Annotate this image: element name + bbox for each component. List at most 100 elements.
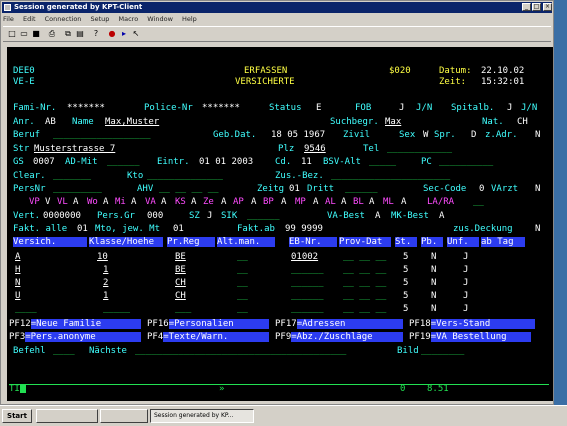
- zadr-value[interactable]: N: [535, 130, 540, 140]
- paste-icon[interactable]: ▤: [75, 29, 85, 39]
- cell-st[interactable]: 5: [403, 278, 408, 288]
- cell-st[interactable]: 5: [403, 265, 408, 275]
- persnr-field[interactable]: _________: [53, 184, 102, 194]
- cell-st[interactable]: 5: [403, 291, 408, 301]
- naechste-field[interactable]: _______________________________________: [135, 346, 346, 356]
- code-ap-value[interactable]: A: [251, 197, 256, 207]
- befehl-field[interactable]: ____: [53, 346, 75, 356]
- play-icon[interactable]: ▸: [119, 29, 129, 39]
- pf4-key[interactable]: PF4=Texte/Warn.: [147, 332, 270, 342]
- context-help-icon[interactable]: ↖: [131, 29, 141, 39]
- cell-klasse[interactable]: 1: [103, 291, 137, 301]
- sprache-value[interactable]: D: [471, 130, 476, 140]
- cd-value[interactable]: 11: [301, 157, 312, 167]
- pf19-key[interactable]: PF19=VA Bestellung: [409, 332, 531, 342]
- ad-mit-field[interactable]: ______: [107, 157, 140, 167]
- code-mp-value[interactable]: A: [313, 197, 318, 207]
- cell-eb-nr[interactable]: 01002: [291, 252, 331, 262]
- cell-pb[interactable]: N: [431, 278, 436, 288]
- code-ks-value[interactable]: A: [191, 197, 196, 207]
- vert-value[interactable]: 0000000: [43, 211, 81, 221]
- cell-pr-reg[interactable]: BE: [175, 252, 199, 262]
- cell-unf[interactable]: J: [463, 265, 468, 275]
- cell-versich[interactable]: A: [15, 252, 65, 262]
- zeitg-value[interactable]: 01: [289, 184, 300, 194]
- varzt-value[interactable]: N: [535, 184, 540, 194]
- code-bl-value[interactable]: A: [369, 197, 374, 207]
- taskbar-item-session[interactable]: Session generated by KP...: [150, 409, 254, 423]
- pc-field[interactable]: __________: [439, 157, 493, 167]
- cell-unf[interactable]: J: [463, 252, 468, 262]
- cell-eb-nr[interactable]: ______: [291, 291, 324, 301]
- konto-field[interactable]: ______________: [147, 171, 223, 181]
- bild-field[interactable]: ________: [421, 346, 464, 356]
- sex-value[interactable]: W: [423, 130, 428, 140]
- cell-pb[interactable]: N: [431, 304, 436, 314]
- cell-alt-man[interactable]: __: [237, 265, 248, 275]
- cell-unf[interactable]: J: [463, 304, 468, 314]
- cell-prov-dat[interactable]: __ __ __: [343, 252, 386, 262]
- cell-alt-man[interactable]: __: [237, 291, 248, 301]
- cell-versich[interactable]: N: [15, 278, 65, 288]
- plz-field[interactable]: 9546: [304, 144, 348, 154]
- mto-value[interactable]: 01: [173, 224, 184, 234]
- cell-versich[interactable]: H: [15, 265, 65, 275]
- cell-klasse[interactable]: _____: [103, 304, 130, 314]
- tel-field[interactable]: ____________: [387, 144, 452, 154]
- zus-deckung-value[interactable]: N: [535, 224, 540, 234]
- fakt-alle-value[interactable]: 01: [77, 224, 88, 234]
- name-field[interactable]: Max,Muster: [105, 117, 245, 127]
- menu-window[interactable]: Window: [147, 15, 173, 23]
- taskbar-item[interactable]: [100, 409, 148, 423]
- gs-value[interactable]: 0007: [33, 157, 55, 167]
- new-icon[interactable]: □: [7, 29, 17, 39]
- clearing-field[interactable]: _______: [53, 171, 91, 181]
- dritt-field[interactable]: ______: [345, 184, 378, 194]
- cell-pr-reg[interactable]: BE: [175, 265, 199, 275]
- code-ze-value[interactable]: A: [221, 197, 226, 207]
- cell-versich[interactable]: ____: [15, 304, 37, 314]
- pf16-key[interactable]: PF16=Personalien: [147, 319, 269, 329]
- cell-pr-reg[interactable]: ___: [175, 304, 191, 314]
- cell-klasse[interactable]: 10: [97, 252, 137, 262]
- terminal-screen[interactable]: DEE0 VE-E ERFASSEN VERSICHERTE $020 Datu…: [7, 47, 553, 401]
- cell-st[interactable]: 5: [403, 252, 408, 262]
- cell-eb-nr[interactable]: ______: [291, 304, 324, 314]
- cell-alt-man[interactable]: __: [237, 304, 248, 314]
- open-icon[interactable]: ▭: [19, 29, 29, 39]
- pf12-key[interactable]: PF12=Neue Familie: [9, 319, 141, 329]
- fakt-ab-value[interactable]: 99 9999: [285, 224, 323, 234]
- eintritt-value[interactable]: 01 01 2003: [199, 157, 253, 167]
- cell-klasse[interactable]: 2: [103, 278, 137, 288]
- pf3-key[interactable]: PF3=Pers.anonyme: [9, 332, 142, 342]
- save-icon[interactable]: ■: [31, 29, 41, 39]
- cell-pb[interactable]: N: [431, 252, 436, 262]
- cell-pr-reg[interactable]: CH: [175, 291, 199, 301]
- menu-connection[interactable]: Connection: [45, 15, 82, 23]
- help-icon[interactable]: ?: [91, 29, 101, 39]
- cell-alt-man[interactable]: __: [237, 252, 248, 262]
- menu-file[interactable]: File: [3, 15, 14, 23]
- code-ml-value[interactable]: A: [401, 197, 406, 207]
- code-bp-value[interactable]: A: [281, 197, 286, 207]
- menu-macro[interactable]: Macro: [119, 15, 139, 23]
- record-icon[interactable]: ●: [107, 29, 117, 39]
- code-al-value[interactable]: A: [341, 197, 346, 207]
- cell-prov-dat[interactable]: __ __ __: [343, 278, 386, 288]
- anrede-value[interactable]: AB: [45, 117, 56, 127]
- code-vp-value[interactable]: V: [45, 197, 50, 207]
- menu-setup[interactable]: Setup: [91, 15, 110, 23]
- cell-prov-dat[interactable]: __ __ __: [343, 291, 386, 301]
- strasse-field[interactable]: Musterstrasse 7: [34, 144, 204, 154]
- pers-gr-value[interactable]: 000: [147, 211, 163, 221]
- maximize-button[interactable]: □: [532, 3, 541, 11]
- cell-prov-dat[interactable]: __ __ __: [343, 304, 386, 314]
- cell-pr-reg[interactable]: CH: [175, 278, 199, 288]
- suchbegr-field[interactable]: Max: [385, 117, 449, 127]
- taskbar-item[interactable]: [36, 409, 98, 423]
- la-ra-field[interactable]: __: [473, 197, 484, 207]
- spitalb-value[interactable]: J: [507, 103, 512, 113]
- code-wo-value[interactable]: A: [103, 197, 108, 207]
- cell-prov-dat[interactable]: __ __ __: [343, 265, 386, 275]
- minimize-button[interactable]: _: [522, 3, 531, 11]
